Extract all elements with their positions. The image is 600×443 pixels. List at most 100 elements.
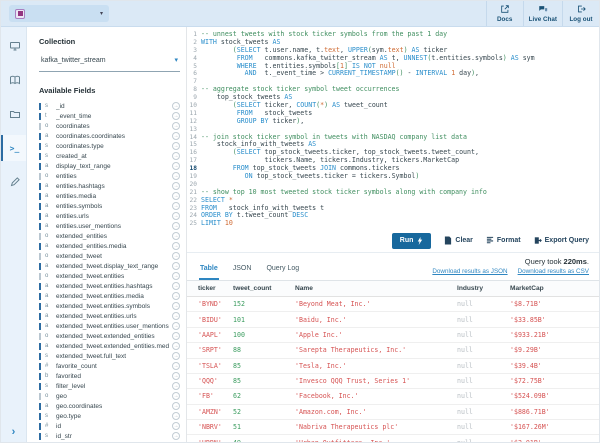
- field-row[interactable]: a entities.user_mentions →: [39, 221, 180, 231]
- field-row[interactable]: # favorite_count →: [39, 361, 180, 371]
- add-field-to-query-icon[interactable]: →: [172, 332, 180, 340]
- field-row[interactable]: s extended_tweet.full_text →: [39, 351, 180, 361]
- editor-line[interactable]: 25 LIMIT 10: [187, 219, 599, 228]
- add-field-to-query-icon[interactable]: →: [172, 272, 180, 280]
- add-field-to-query-icon[interactable]: →: [172, 222, 180, 230]
- workspace-selector[interactable]: ▾: [9, 5, 109, 22]
- field-type-bar: [39, 302, 41, 310]
- sql-editor[interactable]: 1 -- unnest tweets with stock ticker symb…: [187, 27, 599, 229]
- add-field-to-query-icon[interactable]: →: [172, 202, 180, 210]
- results-table-wrap: ticker tweet_count Name Industry MarketCap '…: [187, 281, 599, 442]
- field-row[interactable]: a extended_tweet.entities.user_mentions →: [39, 321, 180, 331]
- run-button[interactable]: Run: [391, 232, 432, 249]
- rail-item-write-api[interactable]: [1, 169, 26, 195]
- editor-line[interactable]: 19 ON top_stock_tweets.ticker = tickers.…: [187, 172, 599, 181]
- add-field-to-query-icon[interactable]: →: [172, 292, 180, 300]
- add-field-to-query-icon[interactable]: →: [172, 322, 180, 330]
- field-row[interactable]: a entities.urls →: [39, 211, 180, 221]
- add-field-to-query-icon[interactable]: →: [172, 352, 180, 360]
- add-field-to-query-icon[interactable]: →: [172, 122, 180, 130]
- add-field-to-query-icon[interactable]: →: [172, 422, 180, 430]
- add-field-to-query-icon[interactable]: →: [172, 212, 180, 220]
- export-query-button[interactable]: Export Query: [534, 236, 589, 245]
- add-field-to-query-icon[interactable]: →: [172, 172, 180, 180]
- field-row[interactable]: a extended_tweet.extended_entities.media →: [39, 341, 180, 351]
- field-row[interactable]: a extended_entities.media →: [39, 241, 180, 251]
- tab-query-log[interactable]: Query Log: [265, 259, 300, 280]
- add-field-to-query-icon[interactable]: →: [172, 142, 180, 150]
- add-field-to-query-icon[interactable]: →: [172, 362, 180, 370]
- editor-line[interactable]: 12 GROUP BY ticker),: [187, 117, 599, 126]
- field-row[interactable]: o extended_entities →: [39, 231, 180, 241]
- add-field-to-query-icon[interactable]: →: [172, 412, 180, 420]
- field-row[interactable]: o entities →: [39, 171, 180, 181]
- field-type-bar: [39, 202, 41, 210]
- field-row[interactable]: o extended_tweet.extended_entities →: [39, 331, 180, 341]
- add-field-to-query-icon[interactable]: →: [172, 112, 180, 120]
- field-row[interactable]: o geo →: [39, 391, 180, 401]
- field-row[interactable]: s geo.type →: [39, 411, 180, 421]
- add-field-to-query-icon[interactable]: →: [172, 242, 180, 250]
- add-field-to-query-icon[interactable]: →: [172, 232, 180, 240]
- field-row[interactable]: s _id →: [39, 101, 180, 111]
- clear-button[interactable]: Clear: [444, 236, 473, 245]
- tab-table[interactable]: Table: [199, 259, 219, 280]
- field-row[interactable]: a coordinates.coordinates →: [39, 131, 180, 141]
- add-field-to-query-icon[interactable]: →: [172, 372, 180, 380]
- add-field-to-query-icon[interactable]: →: [172, 312, 180, 320]
- field-row[interactable]: s coordinates.type →: [39, 141, 180, 151]
- field-row[interactable]: a geo.coordinates →: [39, 401, 180, 411]
- docs-button[interactable]: Docs: [485, 1, 523, 26]
- field-row[interactable]: a entities.symbols →: [39, 201, 180, 211]
- field-row[interactable]: t _event_time →: [39, 111, 180, 121]
- field-row[interactable]: o extended_tweet.entities →: [39, 271, 180, 281]
- field-type: s: [45, 413, 48, 419]
- rail-item-overview[interactable]: [1, 33, 26, 59]
- add-field-to-query-icon[interactable]: →: [172, 162, 180, 170]
- field-row[interactable]: a entities.media →: [39, 191, 180, 201]
- field-row[interactable]: a extended_tweet.display_text_range →: [39, 261, 180, 271]
- add-field-to-query-icon[interactable]: →: [172, 432, 180, 440]
- live-chat-button[interactable]: Live Chat: [522, 1, 562, 26]
- editor-line[interactable]: 24 ORDER BY t.tweet_count DESC: [187, 212, 599, 220]
- tab-json[interactable]: JSON: [232, 259, 253, 280]
- rail-item-query-editor[interactable]: >_: [1, 135, 26, 161]
- expand-rail-chevron-icon[interactable]: ›: [1, 427, 26, 438]
- table-cell: '$9.29B': [506, 342, 599, 359]
- field-row[interactable]: a extended_tweet.entities.symbols →: [39, 301, 180, 311]
- rail-item-collections[interactable]: [1, 67, 26, 93]
- add-field-to-query-icon[interactable]: →: [172, 252, 180, 260]
- field-row[interactable]: s created_at →: [39, 151, 180, 161]
- add-field-to-query-icon[interactable]: →: [172, 342, 180, 350]
- field-row[interactable]: o coordinates →: [39, 121, 180, 131]
- editor-line[interactable]: 6 AND t._event_time > CURRENT_TIMESTAMP(…: [187, 70, 599, 78]
- add-field-to-query-icon[interactable]: →: [172, 102, 180, 110]
- field-row[interactable]: b favorited →: [39, 371, 180, 381]
- collection-select[interactable]: kafka_twitter_stream ▾: [39, 53, 180, 72]
- field-row[interactable]: a extended_tweet.entities.media →: [39, 291, 180, 301]
- field-row[interactable]: a extended_tweet.entities.hashtags →: [39, 281, 180, 291]
- field-row[interactable]: # id →: [39, 421, 180, 431]
- add-field-to-query-icon[interactable]: →: [172, 152, 180, 160]
- download-json-link[interactable]: Download results as JSON: [432, 268, 507, 275]
- add-field-to-query-icon[interactable]: →: [172, 392, 180, 400]
- add-field-to-query-icon[interactable]: →: [172, 302, 180, 310]
- add-field-to-query-icon[interactable]: →: [172, 182, 180, 190]
- format-button[interactable]: Format: [486, 236, 521, 245]
- editor-line[interactable]: 21 -- show top 10 most tweeted stock tick…: [187, 188, 599, 197]
- log-out-button[interactable]: Log out: [562, 1, 599, 26]
- add-field-to-query-icon[interactable]: →: [172, 402, 180, 410]
- field-row[interactable]: a extended_tweet.entities.urls →: [39, 311, 180, 321]
- add-field-to-query-icon[interactable]: →: [172, 282, 180, 290]
- add-field-to-query-icon[interactable]: →: [172, 382, 180, 390]
- add-field-to-query-icon[interactable]: →: [172, 132, 180, 140]
- download-csv-link[interactable]: Download results as CSV: [518, 268, 589, 275]
- add-field-to-query-icon[interactable]: →: [172, 192, 180, 200]
- add-field-to-query-icon[interactable]: →: [172, 262, 180, 270]
- rail-item-workspaces[interactable]: [1, 101, 26, 127]
- field-row[interactable]: a display_text_range →: [39, 161, 180, 171]
- field-row[interactable]: s id_str →: [39, 431, 180, 441]
- field-row[interactable]: s filter_level →: [39, 381, 180, 391]
- field-row[interactable]: a entities.hashtags →: [39, 181, 180, 191]
- field-row[interactable]: o extended_tweet →: [39, 251, 180, 261]
